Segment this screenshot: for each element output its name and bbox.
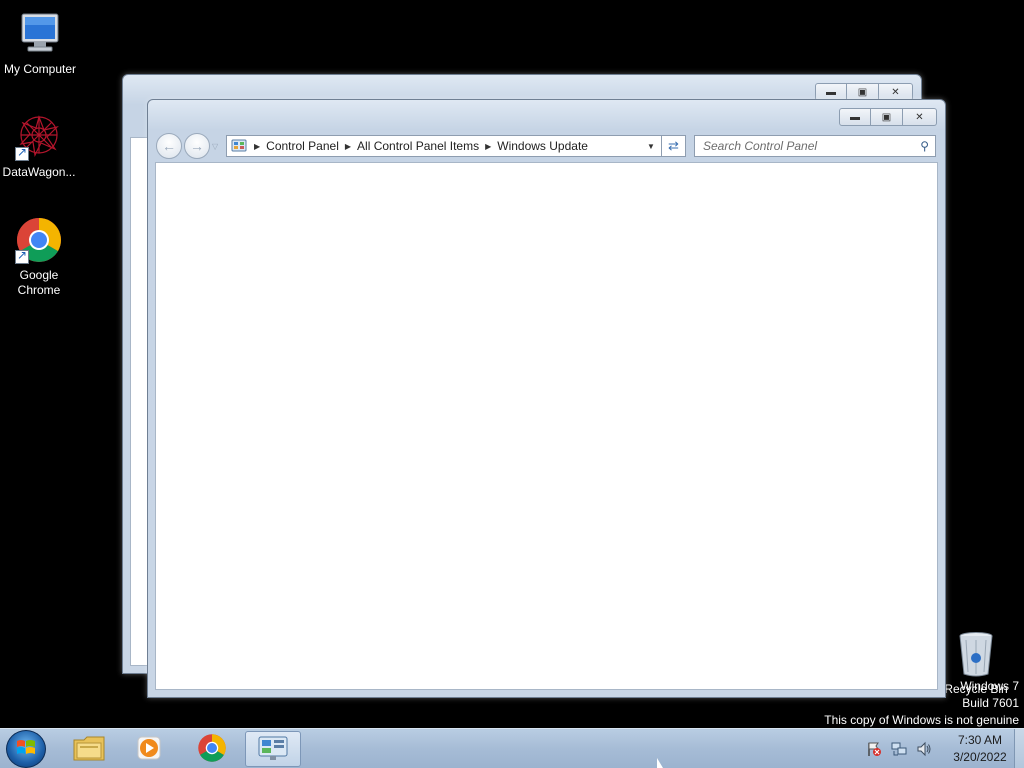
- forward-arrow-icon: →: [190, 138, 204, 154]
- address-bar[interactable]: ▶ Control Panel ▶ All Control Panel Item…: [226, 135, 662, 157]
- windows-watermark: Windows 7 Build 7601 This copy of Window…: [824, 678, 1019, 729]
- desktop-icon-label: My Computer: [3, 62, 77, 76]
- close-button[interactable]: ✕: [903, 108, 937, 126]
- taskbar-google-chrome[interactable]: [184, 731, 240, 767]
- maximize-icon: ▣: [881, 111, 892, 123]
- breadcrumb-control-panel[interactable]: Control Panel: [266, 139, 339, 153]
- caption-buttons: ▬ ▣ ✕: [839, 108, 937, 126]
- control-panel-window[interactable]: ▬ ▣ ✕ ← → ▽ ▶ Control Panel ▶ All Contro…: [147, 99, 946, 698]
- windows-logo-icon: [15, 737, 37, 762]
- control-panel-icon: [230, 138, 248, 154]
- desktop-icon-label: Google Chrome: [17, 268, 61, 297]
- close-icon: ✕: [891, 86, 900, 98]
- maximize-button[interactable]: ▣: [871, 108, 903, 126]
- close-icon: ✕: [915, 111, 924, 123]
- desktop-icon-label: DataWagon...: [2, 165, 76, 179]
- desktop-icon-datawagon[interactable]: DataWagon...: [0, 113, 79, 180]
- maximize-icon: ▣: [857, 86, 868, 98]
- media-player-icon: [135, 734, 163, 765]
- forward-button[interactable]: →: [184, 133, 210, 159]
- taskbar: 7:30 AM 3/20/2022: [0, 728, 1024, 768]
- desktop-icon-google-chrome[interactable]: Google Chrome: [0, 216, 79, 298]
- clock-date: 3/20/2022: [953, 750, 1007, 764]
- show-desktop-button[interactable]: [1014, 729, 1024, 768]
- start-button[interactable]: [6, 730, 46, 768]
- recycle-bin-icon: [956, 630, 996, 678]
- computer-icon: [16, 10, 64, 58]
- search-placeholder: Search Control Panel: [703, 139, 818, 153]
- address-history-dropdown[interactable]: ▼: [641, 136, 661, 156]
- window-content: [155, 162, 938, 690]
- recent-pages-dropdown[interactable]: ▽: [212, 142, 220, 151]
- shortcut-arrow-icon: [15, 145, 29, 161]
- watermark-build: Build 7601: [962, 696, 1019, 710]
- watermark-genuine-notice: This copy of Windows is not genuine: [824, 713, 1019, 727]
- chevron-down-icon: ▼: [647, 141, 655, 151]
- back-arrow-icon: ←: [162, 138, 176, 154]
- minimize-icon: ▬: [850, 111, 860, 123]
- chrome-icon: [197, 733, 227, 766]
- system-tray: 7:30 AM 3/20/2022: [865, 729, 1012, 768]
- windows-explorer-icon: [72, 734, 106, 765]
- network-icon[interactable]: [890, 740, 908, 758]
- action-center-flag-icon[interactable]: [865, 740, 883, 758]
- desktop-icon-my-computer[interactable]: My Computer: [0, 10, 80, 77]
- volume-icon[interactable]: [915, 740, 933, 758]
- taskbar-windows-explorer[interactable]: [61, 731, 117, 767]
- breadcrumb-separator-icon[interactable]: ▶: [254, 142, 260, 151]
- navigation-bar: ← → ▽ ▶ Control Panel ▶ All Control Pane…: [156, 133, 937, 159]
- search-input[interactable]: Search Control Panel ⚲: [694, 135, 936, 157]
- datawagon-icon: [15, 113, 63, 161]
- search-icon[interactable]: ⚲: [920, 139, 929, 153]
- breadcrumb-all-control-panel-items[interactable]: All Control Panel Items: [357, 139, 479, 153]
- mouse-cursor: [657, 758, 663, 768]
- clock-time: 7:30 AM: [957, 733, 1003, 747]
- minimize-icon: ▬: [826, 86, 836, 98]
- control-panel-icon: [258, 735, 288, 764]
- minimize-button[interactable]: ▬: [839, 108, 871, 126]
- watermark-os-name: Windows 7: [960, 679, 1019, 693]
- taskbar-media-player[interactable]: [121, 731, 177, 767]
- refresh-icon: ⇄: [668, 138, 679, 153]
- taskbar-clock[interactable]: 7:30 AM 3/20/2022: [948, 732, 1012, 766]
- chrome-icon: [15, 216, 63, 264]
- refresh-button[interactable]: ⇄: [662, 135, 686, 157]
- taskbar-control-panel[interactable]: [245, 731, 301, 767]
- shortcut-arrow-icon: [15, 248, 29, 264]
- breadcrumb-windows-update[interactable]: Windows Update: [497, 139, 588, 153]
- breadcrumb-separator-icon[interactable]: ▶: [485, 142, 491, 151]
- breadcrumb-separator-icon[interactable]: ▶: [345, 142, 351, 151]
- back-button[interactable]: ←: [156, 133, 182, 159]
